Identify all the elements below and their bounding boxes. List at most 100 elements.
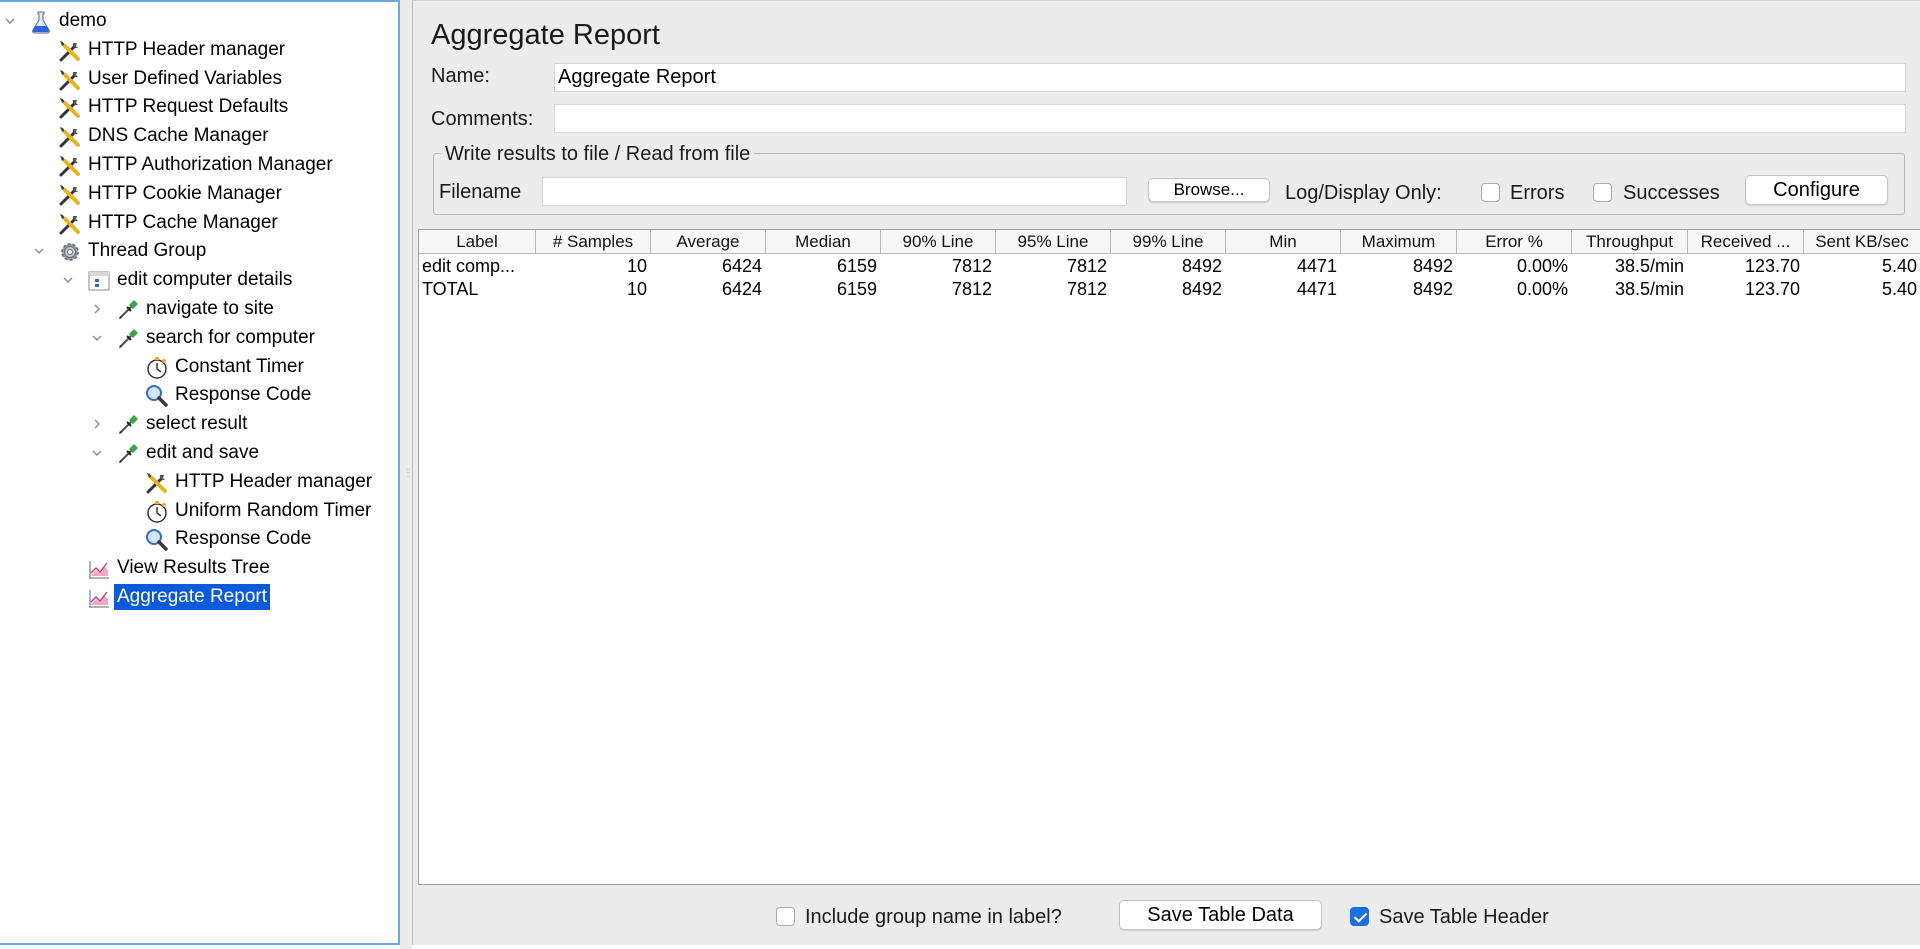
column-header[interactable]: Median bbox=[766, 230, 881, 254]
errors-checkbox[interactable] bbox=[1481, 183, 1500, 202]
tree-item[interactable]: Uniform Random Timer bbox=[0, 498, 398, 525]
tree-item-label: Response Code bbox=[175, 384, 312, 406]
column-header[interactable]: 90% Line bbox=[881, 230, 996, 254]
wrench-screwdriver-icon bbox=[144, 470, 170, 496]
include-group-checkbox[interactable] bbox=[776, 907, 795, 926]
chevron-down-icon[interactable] bbox=[32, 244, 46, 258]
column-header[interactable]: Error % bbox=[1457, 230, 1572, 254]
tree-item[interactable]: User Defined Variables bbox=[0, 66, 398, 93]
graph-icon bbox=[86, 556, 112, 582]
chevron-right-icon[interactable] bbox=[90, 302, 104, 316]
column-header[interactable]: 99% Line bbox=[1111, 230, 1226, 254]
table-cell: 0.00% bbox=[1516, 279, 1568, 299]
table-cell: 5.40 bbox=[1881, 279, 1917, 299]
results-table[interactable]: Label # Samples Average Median 90% Line 95% L… bbox=[418, 229, 1920, 885]
tree-item-label: HTTP Cookie Manager bbox=[88, 182, 282, 204]
tree-item[interactable]: HTTP Authorization Manager bbox=[0, 152, 398, 179]
wrench-screwdriver-icon bbox=[57, 182, 83, 208]
table-row[interactable]: TOTAL 10 6424 6159 7812 7812 8492 4471 8492 0.00%… bbox=[419, 278, 1920, 301]
tree-item[interactable]: demo bbox=[0, 8, 398, 35]
page-title: Aggregate Report bbox=[431, 19, 660, 51]
browse-button[interactable]: Browse... bbox=[1148, 178, 1270, 202]
table-cell: 5.40 bbox=[1881, 256, 1917, 276]
table-cell: 123.70 bbox=[1744, 279, 1800, 299]
tree-item[interactable]: search for computer bbox=[0, 325, 398, 352]
column-header[interactable]: Label bbox=[419, 230, 536, 254]
save-table-header-label: Save Table Header bbox=[1379, 906, 1549, 928]
beaker-icon bbox=[28, 9, 54, 35]
table-cell: 8492 bbox=[1181, 256, 1222, 276]
table-cell: 10 bbox=[626, 279, 647, 299]
chevron-down-icon[interactable] bbox=[90, 446, 104, 460]
table-cell: 123.70 bbox=[1744, 256, 1800, 276]
table-cell: 8492 bbox=[1412, 279, 1453, 299]
controller-icon bbox=[86, 268, 112, 294]
tree-item[interactable]: Response Code bbox=[0, 526, 398, 553]
tree-item[interactable]: View Results Tree bbox=[0, 555, 398, 582]
file-group-title: Write results to file / Read from file bbox=[441, 143, 755, 166]
tree-item[interactable]: Thread Group bbox=[0, 238, 398, 265]
tree-item[interactable]: edit and save bbox=[0, 440, 398, 467]
column-header[interactable]: Maximum bbox=[1341, 230, 1457, 254]
pipette-icon bbox=[115, 326, 141, 352]
successes-label: Successes bbox=[1623, 182, 1720, 204]
filename-field[interactable] bbox=[542, 177, 1127, 206]
tree-item-label: User Defined Variables bbox=[88, 67, 282, 89]
table-cell: 38.5/min bbox=[1614, 279, 1684, 299]
tree-item[interactable]: edit computer details bbox=[0, 267, 398, 294]
stopwatch-icon bbox=[144, 499, 170, 525]
tree-item[interactable]: HTTP Request Defaults bbox=[0, 94, 398, 121]
tree-item-label: View Results Tree bbox=[117, 557, 270, 579]
name-field[interactable] bbox=[554, 63, 1906, 92]
gear-icon bbox=[57, 239, 83, 265]
tree-item-label: demo bbox=[59, 10, 107, 31]
tree-item-label: edit computer details bbox=[117, 269, 293, 291]
tree-item-label: navigate to site bbox=[146, 298, 274, 319]
table-cell: 4471 bbox=[1296, 256, 1337, 276]
tree-item[interactable]: Response Code bbox=[0, 382, 398, 409]
chevron-right-icon[interactable] bbox=[90, 417, 104, 431]
wrench-screwdriver-icon bbox=[57, 153, 83, 179]
chevron-down-icon[interactable] bbox=[3, 14, 17, 28]
log-display-label: Log/Display Only: bbox=[1285, 182, 1442, 204]
configure-button[interactable]: Configure bbox=[1745, 175, 1888, 205]
tree-item[interactable]: HTTP Cookie Manager bbox=[0, 181, 398, 208]
column-header[interactable]: Average bbox=[651, 230, 766, 254]
table-row[interactable]: edit comp... 10 6424 6159 7812 7812 8492 4471 84… bbox=[419, 255, 1920, 278]
tree-item[interactable]: Aggregate Report bbox=[0, 584, 398, 611]
table-cell: 7812 bbox=[951, 256, 992, 276]
column-header[interactable]: Throughput bbox=[1572, 230, 1688, 254]
tree-item-label: search for computer bbox=[146, 326, 315, 348]
column-header[interactable]: # Samples bbox=[536, 230, 651, 254]
table-cell: 6159 bbox=[836, 279, 877, 299]
tree-item-label: HTTP Request Defaults bbox=[88, 96, 289, 118]
table-cell: 8492 bbox=[1412, 256, 1453, 276]
table-cell: 4471 bbox=[1296, 279, 1337, 299]
column-header[interactable]: Sent KB/sec bbox=[1804, 230, 1920, 254]
tree-item[interactable]: navigate to site bbox=[0, 296, 398, 323]
chevron-down-icon[interactable] bbox=[90, 331, 104, 345]
successes-checkbox[interactable] bbox=[1593, 183, 1612, 202]
tree-item[interactable]: HTTP Header manager bbox=[0, 469, 398, 496]
save-table-header-checkbox[interactable] bbox=[1350, 907, 1369, 926]
tree-item[interactable]: HTTP Cache Manager bbox=[0, 210, 398, 237]
name-label: Name: bbox=[431, 65, 490, 87]
pipette-icon bbox=[115, 441, 141, 467]
tree-item-label: DNS Cache Manager bbox=[88, 125, 269, 147]
save-table-data-button[interactable]: Save Table Data bbox=[1119, 900, 1322, 930]
column-header[interactable]: Received ... bbox=[1688, 230, 1804, 254]
column-header[interactable]: 95% Line bbox=[996, 230, 1111, 254]
tree-item-label: select result bbox=[146, 413, 248, 435]
tree-item[interactable]: select result bbox=[0, 411, 398, 438]
table-cell: 10 bbox=[626, 256, 647, 276]
chevron-down-icon[interactable] bbox=[61, 273, 75, 287]
tree-item[interactable]: Constant Timer bbox=[0, 354, 398, 381]
tree-item-label: Thread Group bbox=[88, 240, 207, 262]
column-header[interactable]: Min bbox=[1226, 230, 1341, 254]
wrench-screwdriver-icon bbox=[57, 211, 83, 237]
test-plan-tree[interactable]: demo HTTP Header manager User Defined Vari… bbox=[0, 0, 400, 945]
comments-field[interactable] bbox=[554, 104, 1906, 133]
tree-item[interactable]: HTTP Header manager bbox=[0, 37, 398, 64]
pipette-icon bbox=[115, 412, 141, 438]
tree-item[interactable]: DNS Cache Manager bbox=[0, 123, 398, 150]
